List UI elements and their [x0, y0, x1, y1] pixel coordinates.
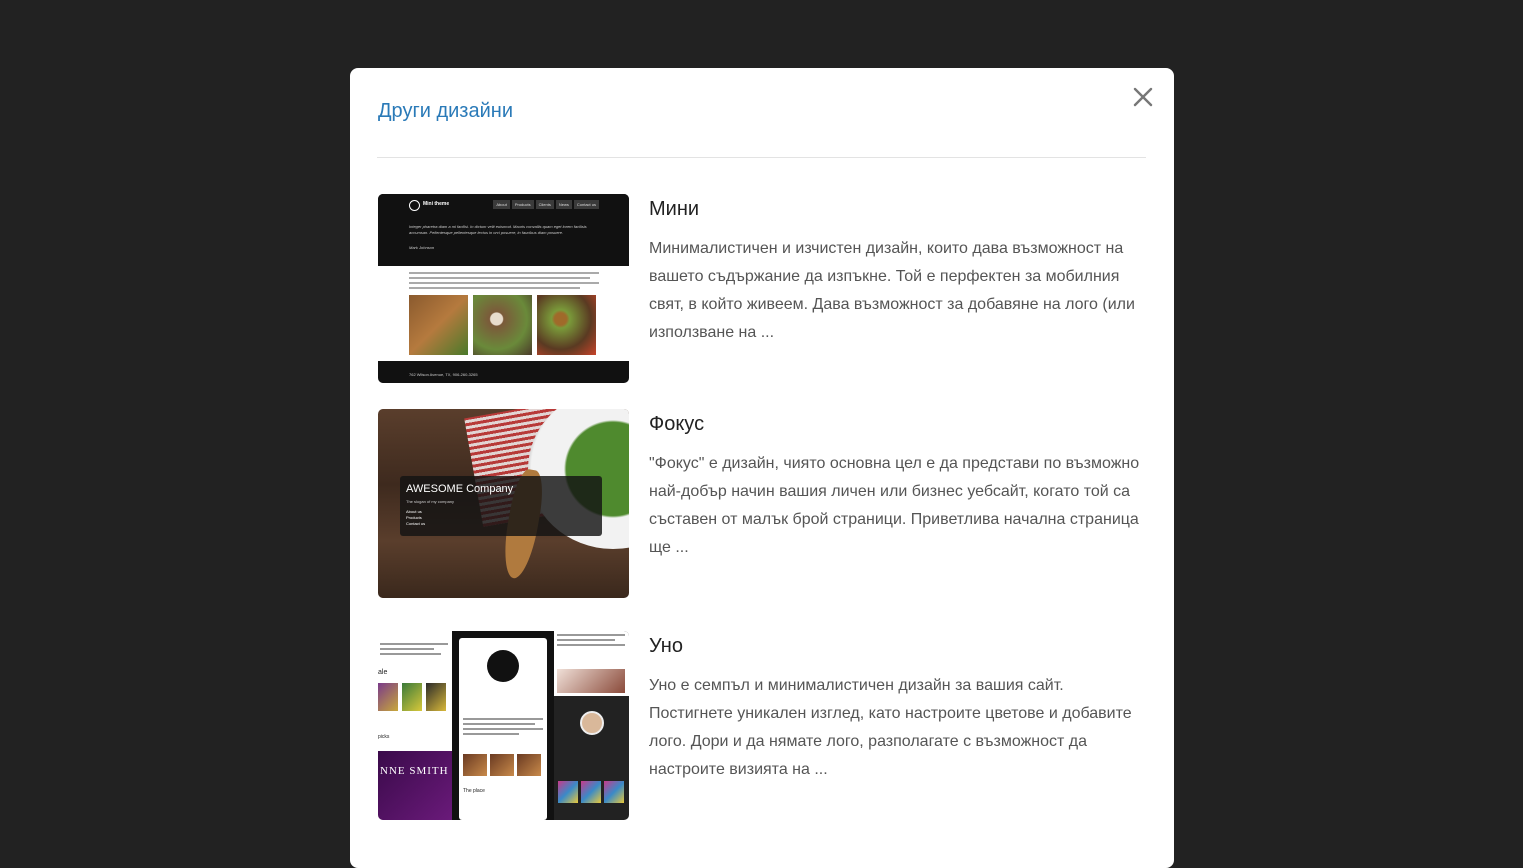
- thumb-photos: [409, 295, 596, 355]
- thumb-art: [558, 781, 624, 803]
- close-icon[interactable]: [1132, 86, 1154, 108]
- thumb-links: About us Products Contact us: [406, 509, 426, 526]
- design-thumbnail-mini[interactable]: Mini theme About Products Clients News C…: [378, 194, 629, 383]
- coffee-logo-icon: [487, 650, 519, 682]
- thumb-products: [378, 683, 446, 711]
- thumb-brand: Mini theme: [423, 201, 450, 207]
- design-title-mini[interactable]: Мини: [649, 198, 699, 221]
- photo-knife: [409, 295, 468, 355]
- design-description-focus: "Фокус" е дизайн, чиято основна цел е да…: [649, 455, 1140, 556]
- thumb-hero-panel: AWESOME Company The slogan of my company…: [400, 476, 602, 536]
- thumb-banner: NNE SMITH: [378, 751, 452, 820]
- thumb-quote: Integer pharetra diam a mi facilisi. In …: [409, 224, 587, 235]
- design-description-mini: Минималистичен и изчистен дизайн, които …: [649, 240, 1135, 341]
- photo-avocado: [537, 295, 596, 355]
- design-title-focus[interactable]: Фокус: [649, 413, 704, 436]
- avatar: [580, 711, 604, 735]
- design-description-uno: Уно е семпъл и минималистичен дизайн за …: [649, 677, 1132, 778]
- thumb-footer: 762 Wilson Avenue, TX, 906-260-3265: [409, 372, 478, 377]
- thumb-phone: The place: [452, 631, 554, 820]
- thumb-company: AWESOME Company: [406, 483, 514, 495]
- design-thumbnail-uno[interactable]: ale picks NNE SMITH The place: [378, 631, 629, 820]
- modal-title: Други дизайни: [378, 100, 513, 122]
- thumb-nav: About Products Clients News Contact us: [493, 200, 599, 209]
- design-title-uno[interactable]: Уно: [649, 635, 683, 658]
- logo-icon: [409, 200, 420, 211]
- thumb-picks: picks: [378, 734, 390, 740]
- design-thumbnail-focus[interactable]: AWESOME Company The slogan of my company…: [378, 409, 629, 598]
- thumb-place: The place: [463, 788, 485, 794]
- thumb-signature: Mark Johnson: [409, 245, 435, 250]
- header-divider: [377, 157, 1146, 158]
- photo-eggs: [473, 295, 532, 355]
- thumb-slogan: The slogan of my company: [406, 499, 455, 504]
- thumb-sale: ale: [378, 669, 388, 676]
- designs-modal: Други дизайни Mini theme About Products …: [350, 68, 1174, 868]
- close-button[interactable]: [1132, 86, 1154, 108]
